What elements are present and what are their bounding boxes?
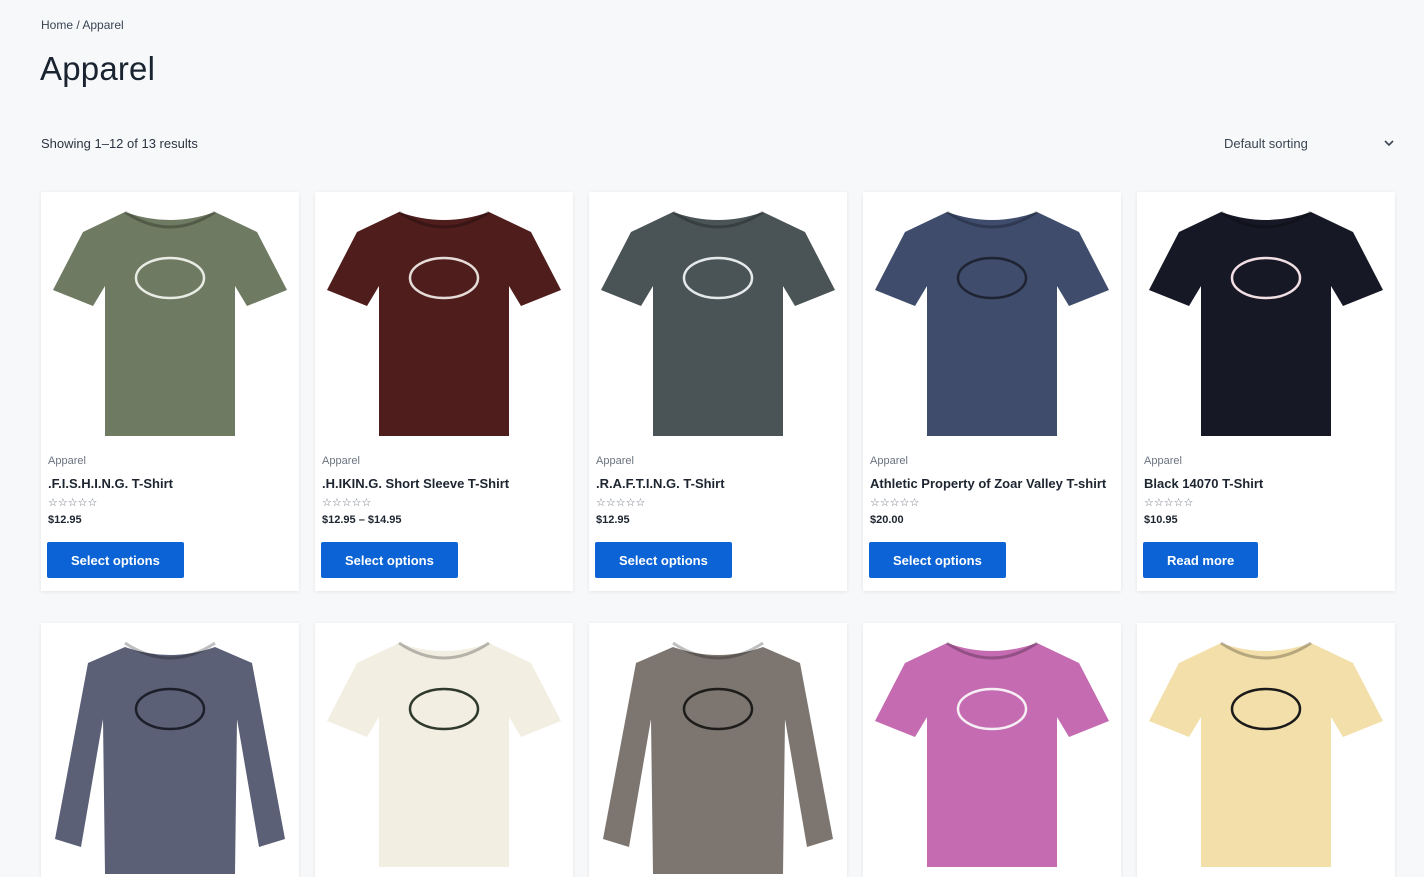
product-image[interactable] bbox=[595, 198, 841, 448]
star-rating: ☆☆☆☆☆ bbox=[48, 497, 98, 509]
shirt-illustration bbox=[53, 210, 287, 436]
star-rating: ☆☆☆☆☆ bbox=[870, 497, 920, 509]
sorting-selected-value: Default sorting bbox=[1224, 135, 1308, 151]
product-category[interactable]: Apparel bbox=[322, 455, 360, 467]
breadcrumb-home-link[interactable]: Home bbox=[41, 18, 73, 32]
product-image[interactable] bbox=[47, 198, 293, 448]
shirt-illustration bbox=[603, 641, 833, 874]
product-card bbox=[41, 623, 299, 877]
sorting-select[interactable]: Default sorting bbox=[1224, 131, 1396, 155]
product-title[interactable]: Black 14070 T-Shirt bbox=[1144, 476, 1263, 491]
product-image[interactable] bbox=[595, 629, 841, 877]
read-more-button[interactable]: Read more bbox=[1143, 542, 1259, 578]
select-options-button[interactable]: Select options bbox=[321, 542, 458, 578]
product-category[interactable]: Apparel bbox=[870, 455, 908, 467]
product-card: Apparel .H.IKIN.G. Short Sleeve T-Shirt … bbox=[315, 192, 573, 591]
product-title[interactable]: .H.IKIN.G. Short Sleeve T-Shirt bbox=[322, 476, 509, 491]
product-category[interactable]: Apparel bbox=[596, 455, 634, 467]
shirt-illustration bbox=[327, 210, 561, 436]
product-price: $12.95 bbox=[596, 514, 630, 526]
product-card bbox=[863, 623, 1121, 877]
select-options-button[interactable]: Select options bbox=[869, 542, 1006, 578]
breadcrumb-current: Apparel bbox=[82, 18, 124, 32]
shop-page: Home / Apparel Apparel Showing 1–12 of 1… bbox=[0, 0, 1424, 877]
product-grid: Apparel .F.I.S.H.I.N.G. T-Shirt ☆☆☆☆☆ $1… bbox=[41, 192, 1398, 877]
product-card bbox=[1137, 623, 1395, 877]
shirt-illustration bbox=[1149, 210, 1383, 436]
product-title[interactable]: Athletic Property of Zoar Valley T-shirt bbox=[870, 476, 1106, 491]
chevron-down-icon bbox=[1382, 136, 1396, 150]
shirt-body bbox=[327, 643, 561, 867]
product-card: Apparel .F.I.S.H.I.N.G. T-Shirt ☆☆☆☆☆ $1… bbox=[41, 192, 299, 591]
breadcrumb: Home / Apparel bbox=[41, 18, 124, 32]
product-title[interactable]: .F.I.S.H.I.N.G. T-Shirt bbox=[48, 476, 173, 491]
product-image[interactable] bbox=[1143, 198, 1389, 448]
select-options-button[interactable]: Select options bbox=[595, 542, 732, 578]
shirt-body bbox=[1149, 212, 1383, 436]
page-title: Apparel bbox=[40, 50, 156, 87]
result-count: Showing 1–12 of 13 results bbox=[41, 136, 198, 151]
product-image[interactable] bbox=[869, 629, 1115, 877]
product-category[interactable]: Apparel bbox=[48, 455, 86, 467]
product-price: $12.95 – $14.95 bbox=[322, 514, 402, 526]
product-price: $12.95 bbox=[48, 514, 82, 526]
shirt-illustration bbox=[1149, 641, 1383, 867]
product-image[interactable] bbox=[47, 629, 293, 877]
shirt-body bbox=[327, 212, 561, 436]
product-card bbox=[589, 623, 847, 877]
breadcrumb-separator: / bbox=[73, 18, 83, 32]
select-options-button[interactable]: Select options bbox=[47, 542, 184, 578]
product-price: $20.00 bbox=[870, 514, 904, 526]
product-card: Apparel Black 14070 T-Shirt ☆☆☆☆☆ $10.95… bbox=[1137, 192, 1395, 591]
product-card bbox=[315, 623, 573, 877]
shirt-body bbox=[875, 212, 1109, 436]
shirt-body bbox=[603, 647, 833, 874]
shirt-illustration bbox=[875, 641, 1109, 867]
product-image[interactable] bbox=[869, 198, 1115, 448]
product-card: Apparel .R.A.F.T.I.N.G. T-Shirt ☆☆☆☆☆ $1… bbox=[589, 192, 847, 591]
shirt-illustration bbox=[327, 641, 561, 867]
product-card: Apparel Athletic Property of Zoar Valley… bbox=[863, 192, 1121, 591]
shirt-illustration bbox=[601, 210, 835, 436]
product-image[interactable] bbox=[321, 198, 567, 448]
shirt-body bbox=[53, 212, 287, 436]
shirt-body bbox=[875, 643, 1109, 867]
star-rating: ☆☆☆☆☆ bbox=[1144, 497, 1194, 509]
shirt-illustration bbox=[875, 210, 1109, 436]
product-image[interactable] bbox=[1143, 629, 1389, 877]
shirt-body bbox=[601, 212, 835, 436]
product-title[interactable]: .R.A.F.T.I.N.G. T-Shirt bbox=[596, 476, 725, 491]
product-price: $10.95 bbox=[1144, 514, 1178, 526]
star-rating: ☆☆☆☆☆ bbox=[322, 497, 372, 509]
product-image[interactable] bbox=[321, 629, 567, 877]
shirt-body bbox=[55, 647, 285, 874]
shirt-illustration bbox=[55, 641, 285, 874]
star-rating: ☆☆☆☆☆ bbox=[596, 497, 646, 509]
product-category[interactable]: Apparel bbox=[1144, 455, 1182, 467]
shirt-body bbox=[1149, 643, 1383, 867]
